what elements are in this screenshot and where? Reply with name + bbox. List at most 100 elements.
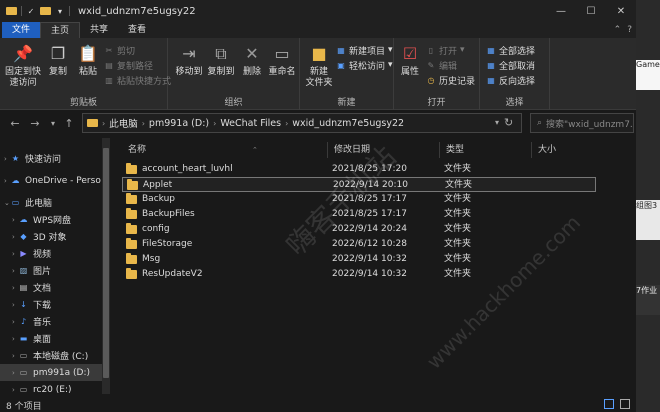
new-folder-icon[interactable]: [40, 7, 51, 15]
open-button[interactable]: ▯ 打开 ▾: [426, 44, 465, 57]
refresh-icon[interactable]: ↻: [504, 116, 513, 129]
folder-icon: [126, 253, 137, 264]
nav-item-documents[interactable]: › ▤ 文档: [0, 279, 102, 296]
nav-item-drive-e[interactable]: › ▭ rc20 (E:): [0, 381, 102, 398]
table-row[interactable]: config 2022/9/14 20:24 文件夹: [122, 222, 596, 237]
chevron-down-icon[interactable]: ▾: [495, 118, 499, 127]
title-bar: ✓ ▾ wxid_udnzm7e5ugsy22 — ☐ ✕: [0, 0, 636, 22]
nav-item-this-pc[interactable]: ⌄ ▭ 此电脑: [0, 194, 102, 211]
nav-item-onedrive[interactable]: › ☁ OneDrive - Perso: [0, 172, 102, 189]
edit-button[interactable]: ✎ 编辑: [426, 59, 457, 72]
new-group-label: 新建: [337, 98, 356, 108]
nav-item-drive-d[interactable]: › ▭ pm991a (D:): [0, 364, 102, 381]
nav-item-label: 视频: [33, 250, 52, 260]
cut-button[interactable]: ✂ 剪切: [104, 44, 135, 57]
nav-item-desktop[interactable]: › ▬ 桌面: [0, 330, 102, 347]
easy-access-button[interactable]: ▣ 轻松访问 ▾: [336, 59, 392, 72]
status-bar: 8 个项目: [0, 398, 636, 412]
up-button[interactable]: ↑: [62, 116, 76, 130]
back-button[interactable]: ←: [8, 116, 22, 130]
desktop-icon-homework[interactable]: 7作业: [636, 285, 660, 315]
nav-item-quick-access[interactable]: › ★ 快速访问: [0, 150, 102, 167]
new-folder-button[interactable]: ■ 新建 文件夹: [304, 42, 334, 89]
nav-item-wps-drive[interactable]: › ☁ WPS网盘: [0, 211, 102, 228]
search-input[interactable]: ⌕ 搜索"wxid_udnzm7...": [530, 113, 634, 133]
file-name: Applet: [143, 180, 173, 190]
navigation-pane: › ★ 快速访问 › ☁ OneDrive - Perso ⌄ ▭ 此电脑 › …: [0, 136, 112, 398]
nav-item-label: 下载: [33, 301, 52, 311]
address-bar[interactable]: › 此电脑 › pm991a (D:) › WeChat Files › wxi…: [82, 113, 522, 133]
folder-icon: [126, 268, 137, 279]
chevron-right-icon: ›: [12, 300, 15, 309]
desktop-icon-image[interactable]: 组图3: [636, 200, 660, 240]
tab-view[interactable]: 查看: [118, 22, 156, 38]
chevron-right-icon: ›: [12, 317, 15, 326]
collapse-ribbon-icon[interactable]: ⌃: [614, 25, 622, 35]
nav-item-pictures[interactable]: › ▨ 图片: [0, 262, 102, 279]
history-icon: ◷: [427, 75, 435, 85]
nav-item-label: OneDrive - Perso: [25, 175, 101, 186]
paste-shortcut-button[interactable]: ▥ 粘贴快捷方式: [104, 74, 171, 87]
rename-button[interactable]: ▭ 重命名: [266, 42, 298, 78]
breadcrumb-this-pc[interactable]: 此电脑: [109, 116, 138, 130]
chevron-down-icon: ▾: [388, 45, 393, 55]
breadcrumb-drive[interactable]: pm991a (D:): [149, 118, 209, 129]
nav-item-label: 文档: [33, 284, 52, 294]
properties-button[interactable]: ☑ 属性: [398, 42, 422, 78]
invert-selection-icon: ▦: [487, 75, 495, 85]
desktop-icon-game[interactable]: Game: [636, 60, 660, 90]
history-button[interactable]: ◷ 历史记录: [426, 74, 476, 87]
close-button[interactable]: ✕: [606, 0, 636, 22]
nav-item-music[interactable]: › ♪ 音乐: [0, 313, 102, 330]
nav-item-downloads[interactable]: › ↓ 下载: [0, 296, 102, 313]
file-type: 文件夹: [445, 180, 473, 190]
view-toggles: [604, 399, 630, 409]
forward-button[interactable]: →: [28, 116, 42, 130]
cloud-drive-icon: ☁: [19, 215, 28, 224]
chevron-right-icon: ›: [4, 154, 7, 163]
nav-item-label: 3D 对象: [33, 233, 67, 243]
breadcrumb-wxid[interactable]: wxid_udnzm7e5ugsy22: [292, 118, 404, 129]
nav-scrollbar[interactable]: [102, 138, 110, 394]
maximize-button[interactable]: ☐: [576, 0, 606, 22]
file-name: account_heart_luvhl: [142, 164, 233, 174]
move-to-button[interactable]: ⇥ 移动到: [174, 42, 204, 78]
paste-button[interactable]: 📋 粘贴: [74, 42, 102, 78]
properties-icon[interactable]: ✓: [26, 6, 36, 16]
nav-scrollbar-thumb[interactable]: [103, 148, 109, 378]
address-bar-row: ← → ▾ ↑ › 此电脑 › pm991a (D:) › WeChat Fil…: [0, 110, 636, 136]
nav-item-videos[interactable]: › ▶ 视频: [0, 245, 102, 262]
select-all-button[interactable]: ▦ 全部选择: [486, 44, 535, 57]
select-none-button[interactable]: ▦ 全部取消: [486, 59, 535, 72]
delete-icon: ✕: [245, 43, 259, 63]
nav-item-label: 桌面: [33, 335, 52, 345]
copy-path-button[interactable]: ▤ 复制路径: [104, 59, 153, 72]
file-name: ResUpdateV2: [142, 269, 203, 279]
pin-to-quick-access-button[interactable]: 📌 固定到快 速访问: [4, 42, 42, 89]
help-icon[interactable]: ?: [627, 25, 632, 35]
delete-button[interactable]: ✕ 删除: [240, 42, 264, 78]
minimize-button[interactable]: —: [546, 0, 576, 22]
tab-file[interactable]: 文件: [2, 22, 41, 38]
column-header-size[interactable]: 大小: [532, 142, 596, 158]
copy-button[interactable]: ❐ 复制: [44, 42, 72, 78]
table-row[interactable]: FileStorage 2022/6/12 10:28 文件夹: [122, 237, 596, 252]
recent-locations-button[interactable]: ▾: [46, 116, 60, 130]
nav-item-local-disk-c[interactable]: › ▭ 本地磁盘 (C:): [0, 347, 102, 364]
new-item-button[interactable]: ▦ 新建项目 ▾: [336, 44, 393, 57]
pin-label: 固定到快 速访问: [4, 67, 41, 88]
nav-item-3d-objects[interactable]: › ◆ 3D 对象: [0, 228, 102, 245]
details-view-icon[interactable]: [604, 399, 614, 409]
copy-to-icon: ⧉: [215, 43, 227, 63]
tab-share[interactable]: 共享: [80, 22, 118, 38]
chevron-down-icon[interactable]: ▾: [55, 6, 65, 16]
copy-to-button[interactable]: ⧉ 复制到: [206, 42, 236, 78]
invert-selection-button[interactable]: ▦ 反向选择: [486, 74, 535, 87]
paste-label: 粘贴: [78, 67, 97, 77]
tab-home[interactable]: 主页: [40, 22, 81, 38]
nav-item-label: WPS网盘: [33, 216, 72, 226]
breadcrumb-wechat-files[interactable]: WeChat Files: [220, 118, 281, 129]
column-header-name[interactable]: 名称 ⌃: [122, 142, 328, 158]
column-header-type[interactable]: 类型: [440, 142, 532, 158]
large-icons-view-icon[interactable]: [620, 399, 630, 409]
